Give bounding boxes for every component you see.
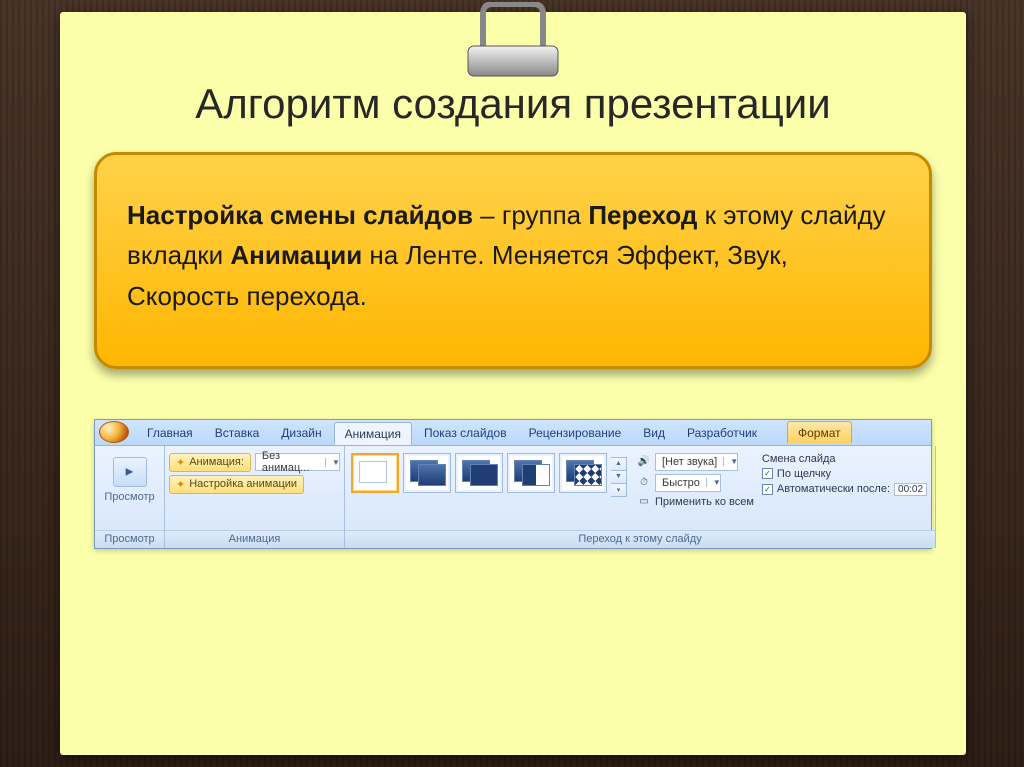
auto-after-label: Автоматически после:: [777, 483, 890, 495]
ribbon-groups: Просмотр Просмотр ✦ Анимация: Б: [95, 446, 931, 548]
on-click-label: По щелчку: [777, 468, 831, 480]
group-preview: Просмотр Просмотр: [95, 446, 165, 548]
chevron-down-icon[interactable]: ▼: [611, 471, 626, 484]
play-icon: [113, 457, 147, 487]
preview-label: Просмотр: [104, 491, 154, 503]
binder-clip-icon: [423, 2, 603, 85]
ribbon-tabs: Главная Вставка Дизайн Анимация Показ сл…: [95, 420, 931, 446]
group-label-animation: Анимация: [165, 530, 344, 548]
apply-all-icon: ▭: [637, 495, 651, 509]
animation-combo[interactable]: Без анимац... ▼: [255, 453, 340, 471]
group-label-preview: Просмотр: [95, 530, 164, 548]
chevron-up-icon[interactable]: ▲: [611, 458, 626, 471]
animate-chip[interactable]: ✦ Анимация:: [169, 453, 251, 472]
animation-label: Анимация:: [189, 456, 244, 468]
tab-animation[interactable]: Анимация: [334, 422, 412, 445]
sticky-note: Алгоритм создания презентации Настройка …: [60, 12, 966, 755]
tab-slideshow[interactable]: Показ слайдов: [414, 422, 517, 443]
group-label-transition: Переход к этому слайду: [345, 530, 935, 548]
more-icon[interactable]: ▾: [611, 484, 626, 496]
text: – группа: [473, 200, 588, 230]
auto-after-time[interactable]: 00:02: [894, 483, 927, 496]
sound-value: [Нет звука]: [656, 456, 723, 468]
office-button-icon[interactable]: [99, 421, 129, 443]
tab-insert[interactable]: Вставка: [205, 422, 270, 443]
animation-value: Без анимац...: [256, 450, 325, 474]
custom-animation-button[interactable]: ✦ Настройка анимации: [169, 475, 304, 494]
tab-review[interactable]: Рецензирование: [519, 422, 632, 443]
bold-text: Анимации: [230, 240, 362, 270]
group-transition: ▲ ▼ ▾ 🔊 [Нет звука] ▼: [345, 446, 936, 548]
custom-animation-label: Настройка анимации: [189, 478, 297, 490]
bold-text: Переход: [588, 200, 697, 230]
callout-box: Настройка смены слайдов – группа Переход…: [94, 152, 932, 369]
speed-icon: ⏱: [637, 476, 651, 490]
transition-wipe[interactable]: [507, 453, 555, 493]
chevron-down-icon: ▼: [706, 478, 720, 487]
transition-cut[interactable]: [455, 453, 503, 493]
advance-slide-title: Смена слайда: [762, 453, 836, 465]
tab-format[interactable]: Формат: [787, 421, 852, 443]
star-icon: ✦: [176, 478, 185, 491]
chevron-down-icon: ▼: [325, 458, 339, 467]
speed-combo[interactable]: Быстро ▼: [655, 474, 721, 492]
tab-view[interactable]: Вид: [633, 422, 675, 443]
auto-after-checkbox[interactable]: ✓: [762, 484, 773, 495]
page-title: Алгоритм создания презентации: [70, 80, 956, 128]
sound-icon: 🔊: [637, 455, 651, 469]
speed-value: Быстро: [656, 477, 706, 489]
transition-options: 🔊 [Нет звука] ▼ ⏱ Быстро ▼: [633, 449, 931, 509]
star-icon: ✦: [176, 456, 185, 469]
tab-design[interactable]: Дизайн: [271, 422, 331, 443]
office-ribbon: Главная Вставка Дизайн Анимация Показ сл…: [94, 419, 932, 549]
transition-gallery: ▲ ▼ ▾: [349, 449, 629, 497]
apply-to-all-button[interactable]: ▭ Применить ко всем: [637, 495, 754, 509]
bold-text: Настройка смены слайдов: [127, 200, 473, 230]
tab-home[interactable]: Главная: [137, 422, 203, 443]
apply-all-label: Применить ко всем: [655, 496, 754, 508]
tab-developer[interactable]: Разработчик: [677, 422, 767, 443]
transition-fade[interactable]: [403, 453, 451, 493]
transition-none[interactable]: [351, 453, 399, 493]
preview-button[interactable]: Просмотр: [99, 449, 160, 503]
chevron-down-icon: ▼: [723, 457, 737, 466]
gallery-scroll[interactable]: ▲ ▼ ▾: [611, 457, 627, 497]
transition-checker[interactable]: [559, 453, 607, 493]
group-animation: ✦ Анимация: Без анимац... ▼ ✦ Наст: [165, 446, 345, 548]
sound-combo[interactable]: [Нет звука] ▼: [655, 453, 738, 471]
on-click-checkbox[interactable]: ✓: [762, 468, 773, 479]
